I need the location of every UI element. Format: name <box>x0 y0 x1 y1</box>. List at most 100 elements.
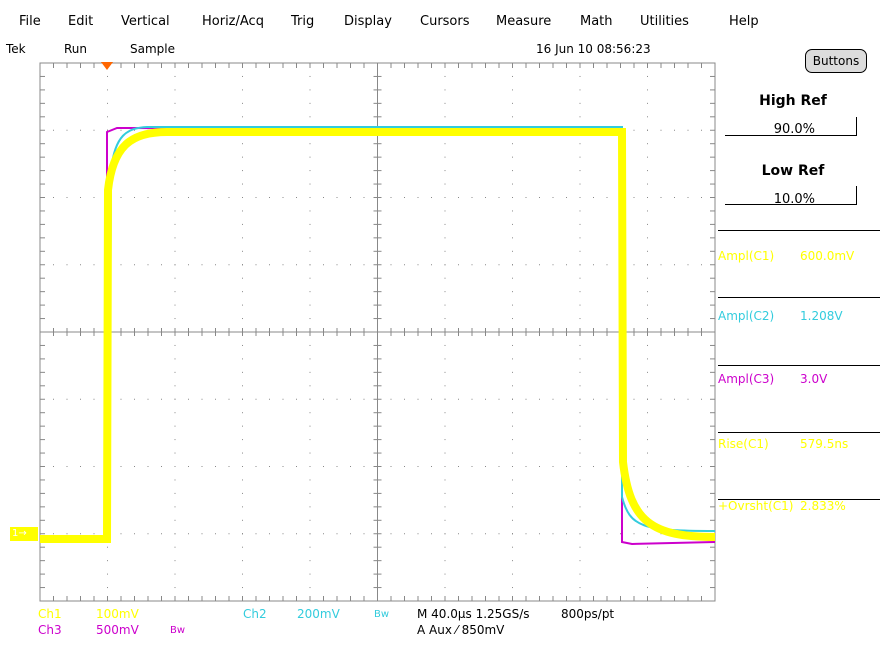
grid-dot <box>174 519 176 521</box>
grid-dot <box>512 116 513 118</box>
grid-dot <box>512 237 513 239</box>
grid-dot <box>512 197 513 198</box>
grid-dot <box>687 264 689 266</box>
grid-dot <box>552 264 554 266</box>
grid-dot <box>242 318 243 320</box>
grid-dot <box>201 264 203 266</box>
grid-dot <box>134 398 135 400</box>
grid-dot <box>242 264 243 266</box>
grid-dot <box>606 398 608 400</box>
grid-dot <box>647 358 648 360</box>
grid-dot <box>174 89 176 91</box>
grid-dot <box>579 318 581 320</box>
grid-dot <box>309 156 311 158</box>
grid-dot <box>309 89 311 91</box>
grid-dot <box>674 129 675 131</box>
grid-dot <box>417 264 419 266</box>
grid-dot <box>579 116 581 118</box>
grid-dot <box>431 264 432 266</box>
grid-dot <box>485 398 486 400</box>
grid-dot <box>309 519 311 521</box>
grid-dot <box>107 573 108 575</box>
grid-dot <box>579 304 581 306</box>
grid-dot <box>107 546 108 548</box>
grid-dot <box>660 466 662 467</box>
timebase[interactable]: M 40.0µs 1.25GS/s <box>417 607 530 621</box>
grid-dot <box>444 264 446 266</box>
grid-dot <box>444 143 446 145</box>
grid-dot <box>350 466 351 467</box>
grid-dot <box>174 385 176 387</box>
grid-dot <box>147 197 149 198</box>
grid-dot <box>350 398 351 400</box>
grid-dot <box>579 156 581 158</box>
grid-dot <box>309 560 311 562</box>
grid-dot <box>309 344 311 346</box>
grid-dot <box>242 102 243 104</box>
grid-dot <box>120 197 122 198</box>
grid-dot <box>309 479 311 481</box>
grid-dot <box>93 129 95 131</box>
grid-dot <box>120 533 122 535</box>
grid-dot <box>161 197 162 198</box>
grid-dot <box>107 116 108 118</box>
grid-dot <box>444 546 446 548</box>
grid-dot <box>674 264 675 266</box>
grid-dot <box>350 264 351 266</box>
grid-dot <box>242 466 243 467</box>
grid-dot <box>633 466 635 467</box>
grid-dot <box>444 102 446 104</box>
buttons-button[interactable]: Buttons <box>805 49 867 73</box>
ch3-bw-icon: Bw <box>170 625 186 636</box>
grid-dot <box>323 197 324 198</box>
ch2-label[interactable]: Ch2 <box>243 607 267 621</box>
ch1-label[interactable]: Ch1 <box>38 607 62 621</box>
grid-dot <box>647 237 648 239</box>
grid-dot <box>444 452 446 454</box>
grid-dot <box>512 210 513 212</box>
grid-dot <box>647 250 648 252</box>
grid-dot <box>174 250 176 252</box>
measure-value: 2.833% <box>800 499 846 513</box>
grid-dot <box>444 277 446 279</box>
grid-dot <box>701 129 702 131</box>
grid-dot <box>188 398 189 400</box>
grid-dot <box>93 264 95 266</box>
grid-dot <box>579 250 581 252</box>
grid-dot <box>458 466 459 467</box>
grid-dot <box>512 304 513 306</box>
grid-dot <box>579 439 581 441</box>
grid-dot <box>309 143 311 145</box>
grid-dot <box>188 466 189 467</box>
grid-dot <box>255 398 257 400</box>
grid-dot <box>336 264 338 266</box>
grid-dot <box>174 479 176 481</box>
grid-dot <box>53 533 54 535</box>
grid-dot <box>174 170 176 172</box>
grid-dot <box>309 250 311 252</box>
grid-dot <box>701 197 702 198</box>
grid-dot <box>458 197 459 198</box>
grid-dot <box>444 75 446 77</box>
grid-dot <box>431 197 432 198</box>
grid-dot <box>53 398 54 400</box>
grid-dot <box>647 385 648 387</box>
grid-dot <box>242 89 243 91</box>
grid-dot <box>174 344 176 346</box>
grid-dot <box>188 197 189 198</box>
grid-dot <box>174 452 176 454</box>
grid-dot <box>498 533 500 535</box>
grid-dot <box>444 412 446 414</box>
grid-dot <box>647 439 648 441</box>
grid-dot <box>444 237 446 239</box>
grid-dot <box>404 264 405 266</box>
grid-dot <box>309 533 311 535</box>
trigger-readout[interactable]: A Aux ⁄ 850mV <box>417 623 504 637</box>
ch3-label[interactable]: Ch3 <box>38 623 62 637</box>
grid-dot <box>471 466 473 467</box>
grid-dot <box>323 398 324 400</box>
grid-dot <box>444 318 446 320</box>
ch1-ground-marker[interactable]: 1→ <box>10 527 38 541</box>
grid-dot <box>647 560 648 562</box>
grid-dot <box>309 75 311 77</box>
